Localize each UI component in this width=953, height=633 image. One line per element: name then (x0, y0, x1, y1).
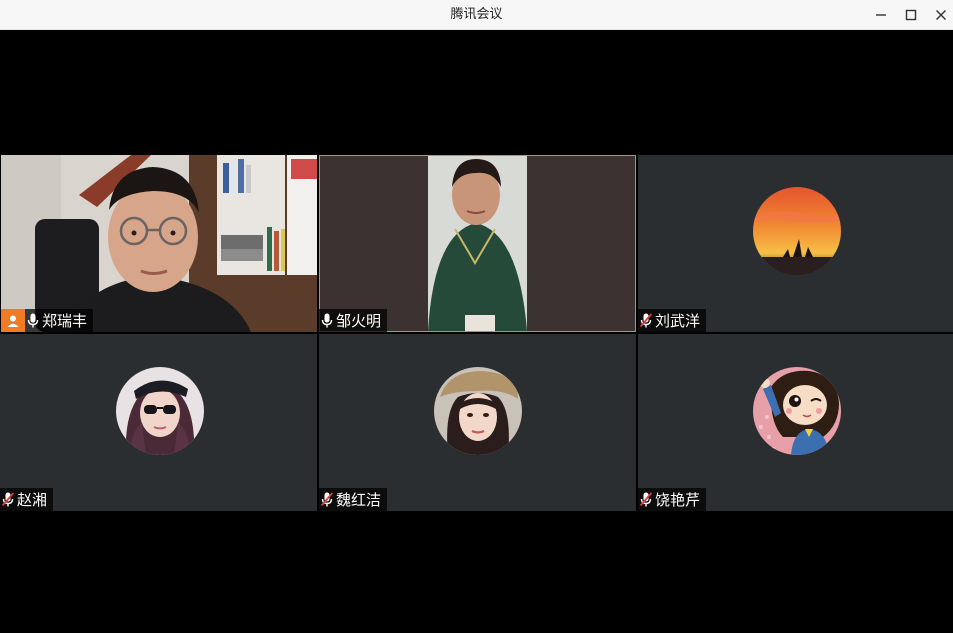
video-grid: 郑瑞丰 邹火明 刘武洋 赵湘 魏红洁 饶艳芹 (0, 30, 953, 633)
participant-name-tag: 邹火明 (319, 309, 388, 332)
participant-name: 郑瑞丰 (42, 312, 88, 330)
girl-beret-avatar (434, 367, 522, 455)
participant-name: 邹火明 (336, 312, 382, 330)
participant-tile-6[interactable]: 饶艳芹 (638, 334, 953, 511)
mic-muted-icon (321, 492, 333, 507)
maximize-icon (905, 9, 917, 21)
host-badge (1, 309, 25, 332)
sunset-sailboat-avatar (753, 187, 841, 275)
window-titlebar[interactable]: 腾讯会议 (0, 0, 953, 30)
participant-name-tag: 赵湘 (0, 488, 54, 511)
participant-name-tag: 饶艳芹 (638, 488, 707, 511)
mic-muted-icon (640, 492, 652, 507)
participant-name: 赵湘 (17, 491, 48, 509)
close-icon (936, 10, 946, 20)
minimize-icon (876, 14, 886, 16)
participant-name-tag: 魏红洁 (319, 488, 388, 511)
user-icon (7, 315, 19, 327)
mic-on-icon (321, 313, 333, 328)
cartoon-girl-avatar (753, 367, 841, 455)
participant-tile-5[interactable]: 魏红洁 (319, 334, 636, 511)
minimize-button[interactable] (866, 0, 896, 30)
participant-name: 魏红洁 (336, 491, 382, 509)
mic-on-icon (27, 313, 39, 328)
window-title: 腾讯会议 (450, 7, 503, 22)
participant-name-tag: 郑瑞丰 (25, 309, 94, 332)
participant-name: 刘武洋 (655, 312, 701, 330)
girl-sunglasses-avatar (116, 367, 204, 455)
participant-tile-3[interactable]: 刘武洋 (638, 155, 953, 332)
participant-tile-1[interactable]: 郑瑞丰 (1, 155, 317, 332)
participant-tile-2[interactable]: 邹火明 (319, 155, 636, 332)
mic-muted-icon (640, 313, 652, 328)
close-button[interactable] (926, 0, 953, 30)
participant-video-1 (1, 155, 317, 332)
participant-video-2 (319, 155, 636, 332)
participant-name-tag: 刘武洋 (638, 309, 707, 332)
maximize-button[interactable] (896, 0, 926, 30)
participant-name: 饶艳芹 (655, 491, 701, 509)
participant-tile-4[interactable]: 赵湘 (0, 334, 317, 511)
mic-muted-icon (2, 492, 14, 507)
